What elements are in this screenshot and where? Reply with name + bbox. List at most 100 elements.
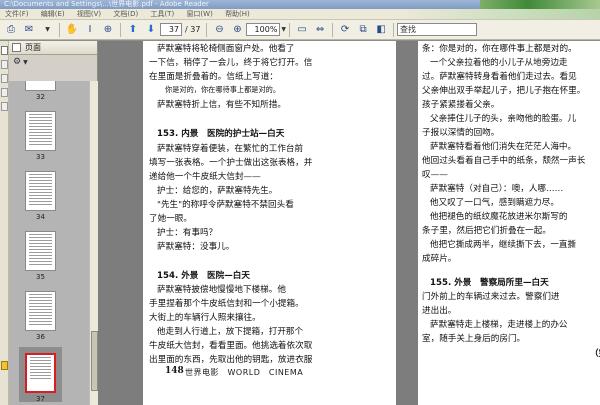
text-line: 萨默塞特走上楼梯，走进楼上的办公 bbox=[430, 320, 568, 330]
menu-decoration bbox=[400, 9, 600, 19]
text-line: 父亲捧住儿子的头，亲吻他的脸蛋。儿 bbox=[430, 114, 577, 124]
text-line: 递给他一个牛皮纸大信封—— bbox=[149, 172, 261, 182]
toolbar-separator bbox=[332, 22, 334, 37]
text-line: 孩子紧紧搂着父亲。 bbox=[422, 100, 500, 110]
text-line: 萨默塞特穿着便装，在繁忙的工作台前 bbox=[157, 144, 304, 154]
prev-page-icon[interactable]: ⬆ bbox=[125, 22, 141, 38]
zoom-input[interactable]: 100% bbox=[246, 23, 281, 36]
menu-window[interactable]: 窗口(W) bbox=[181, 9, 217, 19]
menu-bar: 文件(F) 编辑(E) 视图(V) 文档(D) 工具(T) 窗口(W) 帮助(H… bbox=[0, 9, 600, 20]
text-line: 过。萨默塞特转身看着他们走过去。看见 bbox=[422, 72, 577, 82]
text-line: 萨默塞特将轮椅侧面窗户处。他看了 bbox=[157, 44, 295, 54]
running-footer: 世界电影 WORLD CINEMA bbox=[185, 368, 304, 377]
text-line: 护士：给您的，萨默塞特先生。 bbox=[157, 186, 278, 196]
zoom-dropdown-icon[interactable]: ▼ bbox=[281, 26, 286, 33]
title-decoration bbox=[480, 0, 600, 9]
pages-panel-header: 页面 bbox=[9, 41, 97, 55]
window-title: C:\Documents and Settings\...\世界电影.pdf -… bbox=[4, 0, 209, 8]
pages-panel-icon bbox=[12, 43, 21, 52]
text-line: 条：你是对的，你在哪件事上都是对的。 bbox=[422, 44, 577, 54]
fit-page-icon[interactable]: ▭ bbox=[294, 22, 310, 38]
pages-panel: 页面 ⚙ ▼ 32 33 34 35 36 37 bbox=[9, 41, 98, 405]
toolbar: ⎙ ✉ ▼ ✋ I ⊕ ⬆ ⬇ 37 / 37 ⊖ ⊕ 100% ▼ ▭ ⇔ ⟳… bbox=[0, 20, 600, 40]
thumbnail-scrollbar[interactable] bbox=[89, 81, 98, 405]
hand-tool-icon[interactable]: ✋ bbox=[64, 22, 80, 38]
menu-file[interactable]: 文件(F) bbox=[0, 9, 34, 19]
text-line: 他把褪色的纸纹魔花放进米尔斯写的 bbox=[430, 212, 568, 222]
letter-text: 你是对的，你在哪待事上都是对的。 bbox=[165, 85, 281, 94]
text-line: 萨默塞特披偿地慢慢地下楼梯。他 bbox=[157, 285, 286, 295]
text-line: 他又叹了一口气，感到瞒遮力尽。 bbox=[430, 198, 559, 208]
text-line: 条子里，然后把它们折叠在一起。 bbox=[422, 226, 551, 236]
print-icon[interactable]: ⎙ bbox=[3, 22, 19, 38]
text-line: 护士：有事吗？ bbox=[157, 228, 218, 238]
menu-tools[interactable]: 工具(T) bbox=[145, 9, 179, 19]
text-line: 手里捏着那个牛皮纸信封和一个小提箱。 bbox=[149, 299, 304, 309]
snapshot-icon[interactable]: ⧉ bbox=[355, 22, 371, 38]
menu-document[interactable]: 文档(D) bbox=[108, 9, 143, 19]
text-line: 门外前上的车辆过来过去。警察们进 bbox=[422, 292, 560, 302]
attachments-nav-icon[interactable] bbox=[1, 74, 8, 83]
text-line: 室，随手关上身后的房门。 bbox=[422, 334, 526, 344]
thumbnail-label: 33 bbox=[36, 153, 45, 161]
text-line: 萨默塞特折上信，有些不知所措。 bbox=[157, 100, 286, 110]
thumbnail-label: 34 bbox=[36, 213, 45, 221]
text-line: 他回过头看着自己手中的纸条，颓然一声长 bbox=[422, 156, 586, 166]
page-thumbnail-33[interactable] bbox=[25, 111, 56, 151]
toolbar-separator bbox=[59, 22, 60, 37]
comments-nav-icon[interactable] bbox=[1, 361, 8, 370]
chevron-down-icon: ▼ bbox=[23, 58, 28, 66]
bookmarks-nav-icon[interactable] bbox=[1, 60, 8, 69]
text-line: 一个父亲拉着他的小儿子从地旁边走 bbox=[430, 58, 568, 68]
text-line: 填写一张表格。一个护士做出这张表格，并 bbox=[149, 158, 313, 168]
thumbnail-label: 36 bbox=[36, 333, 45, 341]
page-total-label: / 37 bbox=[185, 25, 201, 34]
rotate-icon[interactable]: ⟳ bbox=[337, 22, 353, 38]
search-input[interactable]: 查找 bbox=[397, 23, 478, 36]
menu-edit[interactable]: 编辑(E) bbox=[36, 9, 70, 19]
options-icon[interactable]: ◧ bbox=[373, 22, 389, 38]
thumbnail-label: 37 bbox=[36, 395, 45, 403]
document-view[interactable]: 萨默塞特将轮椅侧面窗户处。他看了 一下信，稍停了一会儿，终于将它打开。信 在里面… bbox=[98, 41, 600, 405]
page-number-input[interactable]: 37 bbox=[160, 23, 182, 36]
pages-nav-icon[interactable] bbox=[1, 46, 8, 55]
zoom-out-icon[interactable]: ⊖ bbox=[211, 22, 227, 38]
scrollbar-thumb[interactable] bbox=[91, 331, 98, 391]
text-line: 牛皮纸大信封，看看里面。他挑选着依次取 bbox=[149, 341, 313, 351]
page-thumbnail-34[interactable] bbox=[25, 171, 56, 211]
end-mark: （完） bbox=[590, 349, 600, 359]
text-line: 子报以深情的回吻。 bbox=[422, 128, 500, 138]
pages-panel-title: 页面 bbox=[25, 43, 41, 52]
toolbar-separator bbox=[289, 22, 291, 37]
dropdown-icon[interactable]: ▼ bbox=[39, 22, 55, 38]
toolbar-separator bbox=[393, 22, 395, 37]
options-menu-button[interactable]: ⚙ ▼ bbox=[9, 55, 97, 69]
page-thumbnail-32[interactable] bbox=[25, 81, 56, 91]
menu-help[interactable]: 帮助(H) bbox=[220, 9, 255, 19]
text-line: 他走到人行道上，放下提箱，打开那个 bbox=[157, 327, 304, 337]
toolbar-separator bbox=[120, 22, 121, 37]
options-gear-icon: ⚙ bbox=[13, 57, 22, 67]
email-icon[interactable]: ✉ bbox=[21, 22, 37, 38]
text-line: 萨默塞特：没事儿。 bbox=[157, 242, 235, 252]
page-thumbnail-36[interactable] bbox=[25, 291, 56, 331]
text-line: 父亲伸出双手举起儿子，把儿子抱在怀里。 bbox=[422, 86, 586, 96]
zoom-tool-icon[interactable]: ⊕ bbox=[100, 22, 116, 38]
toolbar-separator bbox=[206, 22, 208, 37]
document-page-left: 萨默塞特将轮椅侧面窗户处。他看了 一下信，稍停了一会儿，终于将它打开。信 在里面… bbox=[143, 41, 396, 405]
signatures-nav-icon[interactable] bbox=[1, 88, 8, 97]
thumbnail-label: 35 bbox=[36, 273, 45, 281]
text-line: 在里面是折叠着的。信纸上写道： bbox=[149, 72, 278, 82]
thumbnail-list[interactable]: 32 33 34 35 36 37 bbox=[9, 81, 89, 405]
layers-nav-icon[interactable] bbox=[1, 102, 8, 111]
scene-heading: 154. 外景 医院—白天 bbox=[157, 271, 250, 281]
page-thumbnail-35[interactable] bbox=[25, 231, 56, 271]
select-tool-icon[interactable]: I bbox=[82, 22, 98, 38]
page-thumbnail-37[interactable] bbox=[25, 353, 56, 393]
text-line: 进出出。 bbox=[422, 306, 457, 316]
next-page-icon[interactable]: ⬇ bbox=[143, 22, 159, 38]
menu-view[interactable]: 视图(V) bbox=[72, 9, 106, 19]
zoom-in-icon[interactable]: ⊕ bbox=[229, 22, 245, 38]
fit-width-icon[interactable]: ⇔ bbox=[312, 22, 328, 38]
text-line: "先生"的称呼令萨默塞特不禁回头看 bbox=[157, 200, 294, 210]
